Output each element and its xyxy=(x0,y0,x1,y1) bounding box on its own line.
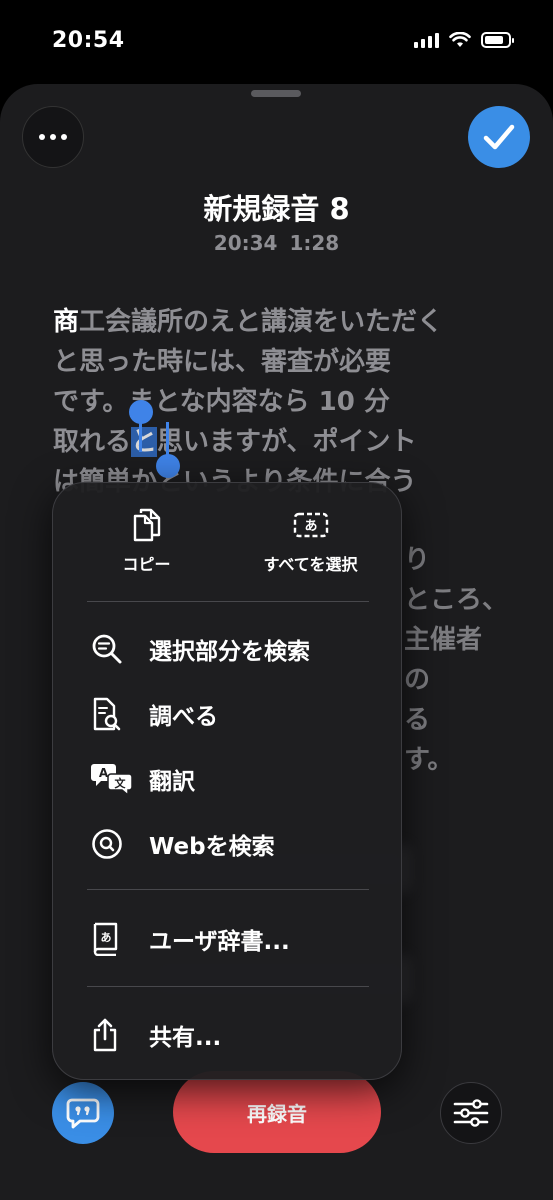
search-selection-item[interactable]: 選択部分を検索 xyxy=(91,629,381,669)
transcript-line: 商工会議所のえと講演をいただく xyxy=(53,307,444,337)
user-dictionary-item[interactable]: あ ユーザ辞書... xyxy=(91,919,381,959)
dictionary-book-icon: あ xyxy=(93,922,118,956)
share-item[interactable]: 共有... xyxy=(91,1015,381,1055)
selection-start-line xyxy=(139,420,142,452)
more-dot-icon xyxy=(50,134,56,140)
svg-text:あ: あ xyxy=(101,931,112,944)
more-dot-icon xyxy=(61,134,67,140)
sheet-grabber[interactable] xyxy=(251,90,301,97)
recording-meta: 20:34 1:28 xyxy=(0,231,553,255)
checkmark-icon xyxy=(483,124,515,150)
svg-text:あ: あ xyxy=(304,519,317,534)
recording-time: 20:34 xyxy=(213,231,278,255)
recording-title: 新規録音 8 xyxy=(203,192,350,226)
text-magnifier-icon xyxy=(92,634,122,664)
transcript-tail: り ところ、 主催者 の る す。 xyxy=(404,545,509,775)
copy-icon xyxy=(133,508,160,542)
selection-end-line xyxy=(166,422,169,458)
web-search-icon xyxy=(92,829,122,859)
done-button[interactable] xyxy=(468,106,530,168)
menu-divider xyxy=(87,986,369,987)
status-icons xyxy=(414,32,514,48)
more-dot-icon xyxy=(39,134,45,140)
menu-divider xyxy=(87,889,369,890)
menu-top-actions: コピー あ すべてを選択 xyxy=(53,483,401,601)
share-icon xyxy=(93,1018,117,1052)
more-button[interactable] xyxy=(22,106,84,168)
transcript-line: 取れると思いますが、ポイント xyxy=(53,427,417,457)
transcript-first-char: 商 xyxy=(53,307,80,337)
transcript-text[interactable]: 商工会議所のえと講演をいただく と思った時には、審査が必要 です。まとな内容なら… xyxy=(53,302,503,502)
wifi-icon xyxy=(449,32,471,47)
menu-divider xyxy=(87,601,369,602)
select-all-icon: あ xyxy=(293,512,328,538)
settings-button[interactable] xyxy=(440,1082,502,1144)
selected-text[interactable]: と xyxy=(131,427,158,457)
select-all-action[interactable]: あ すべてを選択 xyxy=(223,507,398,575)
selection-start-handle[interactable] xyxy=(129,400,153,424)
context-menu: コピー あ すべてを選択 選択部分を検索 調べる A 文 翻訳 Webを検索 あ… xyxy=(52,482,402,1080)
battery-level xyxy=(485,36,503,44)
re-record-button[interactable]: 再録音 xyxy=(173,1071,381,1153)
copy-action[interactable]: コピー xyxy=(59,507,234,575)
cellular-signal-icon xyxy=(414,32,439,48)
transcript-button[interactable] xyxy=(52,1082,114,1144)
search-web-item[interactable]: Webを検索 xyxy=(91,824,381,864)
quote-bubble-icon xyxy=(66,1098,100,1129)
translate-icon: A 文 xyxy=(91,764,133,796)
recording-duration: 1:28 xyxy=(289,231,340,255)
translate-item[interactable]: A 文 翻訳 xyxy=(91,759,381,799)
selection-end-handle[interactable] xyxy=(156,454,180,478)
svg-text:文: 文 xyxy=(115,776,127,790)
battery-icon xyxy=(481,32,514,48)
status-bar: 20:54 xyxy=(0,0,553,84)
sliders-icon xyxy=(453,1099,489,1127)
transcript-line: です。まとな内容なら 10 分 xyxy=(53,387,390,417)
look-up-icon xyxy=(93,697,121,731)
transcript-line: と思った時には、審査が必要 xyxy=(53,347,392,377)
status-time: 20:54 xyxy=(52,28,125,53)
look-up-item[interactable]: 調べる xyxy=(91,694,381,734)
